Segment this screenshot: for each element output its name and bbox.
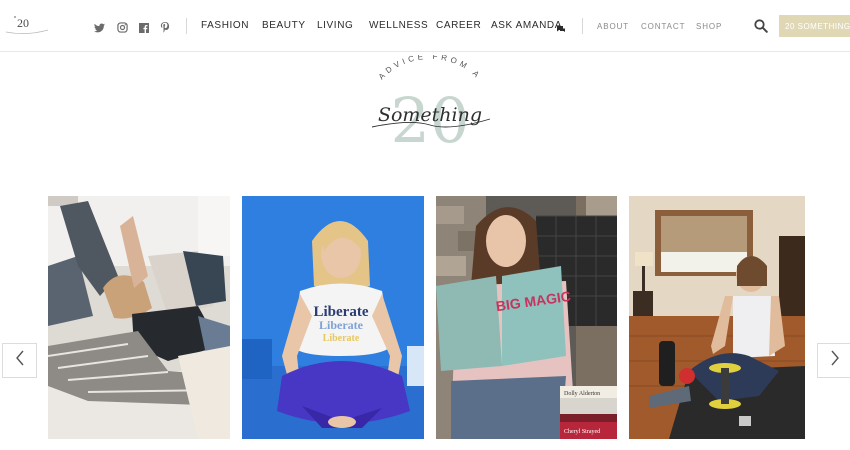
facebook-icon[interactable] — [139, 20, 151, 33]
twenty-somethings-button[interactable]: 20 SOMETHINGS — [779, 15, 850, 37]
nav-fashion[interactable]: FASHION — [201, 20, 249, 31]
divider — [582, 18, 583, 34]
cta-label: 20 SOMETHINGS — [785, 21, 850, 31]
nav-ask-amanda[interactable]: ASK AMANDA — [491, 20, 562, 31]
carousel-photo-reading[interactable]: BIG MAGIC Dolly Alderton Cheryl Strayed — [436, 196, 617, 439]
carousel-prev-button[interactable] — [2, 343, 37, 378]
carousel-photo-blue-wall[interactable]: Liberate Liberate Liberate — [242, 196, 424, 439]
twitter-icon[interactable] — [94, 20, 106, 33]
instagram-icon[interactable] — [117, 20, 129, 33]
divider — [186, 18, 187, 34]
carousel-photo-fitness[interactable] — [629, 196, 805, 439]
nav-career[interactable]: CAREER — [436, 20, 481, 31]
logo-arc-text: ADVICE FROM A — [377, 55, 484, 81]
pinterest-icon[interactable] — [160, 20, 172, 33]
book-spine-1: Dolly Alderton — [564, 391, 600, 397]
chat-bubble-icon — [556, 21, 566, 32]
nav-living[interactable]: LIVING — [317, 20, 353, 31]
site-logo[interactable]: ADVICE FROM A 20 Something — [350, 52, 510, 157]
mini-logo[interactable]: 20 — [4, 10, 50, 38]
search-icon[interactable] — [754, 19, 768, 33]
nav-about[interactable]: ABOUT — [597, 22, 629, 31]
site-header: 20 FASHION BEAUTY LIVING WELLNESS CAREER… — [0, 0, 850, 52]
nav-wellness[interactable]: WELLNESS — [369, 20, 428, 31]
book-spine-2: Cheryl Strayed — [564, 429, 600, 435]
chevron-right-icon — [830, 350, 840, 371]
nav-beauty[interactable]: BEAUTY — [262, 20, 306, 31]
svg-text:Liberate: Liberate — [319, 318, 364, 332]
mini-logo-text: 20 — [17, 16, 29, 30]
logo-script: Something — [378, 104, 482, 126]
carousel-photo-couch[interactable] — [48, 196, 230, 439]
carousel-next-button[interactable] — [817, 343, 850, 378]
chevron-left-icon — [15, 350, 25, 371]
svg-text:Liberate: Liberate — [323, 333, 360, 344]
nav-contact[interactable]: CONTACT — [641, 22, 685, 31]
nav-shop[interactable]: SHOP — [696, 22, 722, 31]
